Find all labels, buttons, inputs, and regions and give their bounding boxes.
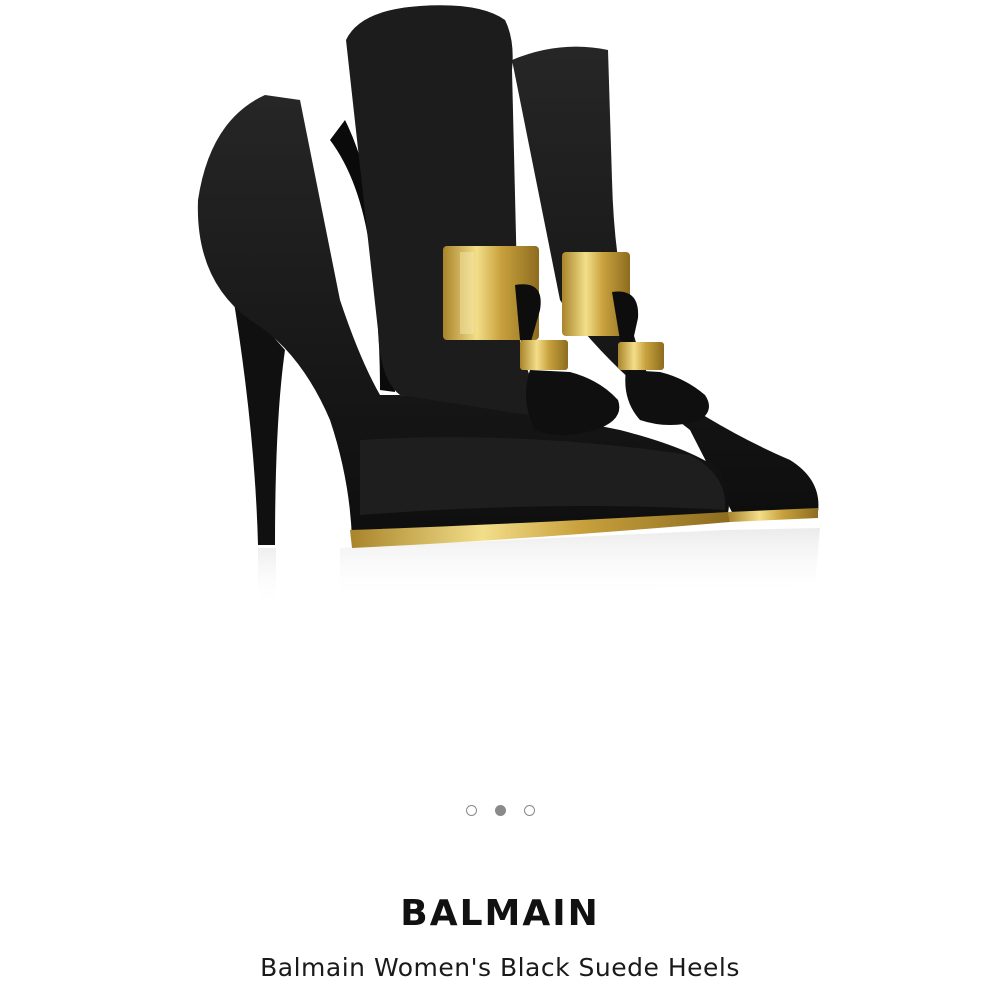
- shoe-reflection: [258, 528, 820, 608]
- product-image[interactable]: [0, 0, 1000, 780]
- carousel-dot-1[interactable]: [465, 805, 477, 816]
- back-tassel: [612, 291, 709, 425]
- product-title: Balmain Women's Black Suede Heels: [260, 953, 740, 982]
- shoe-pair-illustration: [197, 5, 820, 608]
- carousel-dot-2[interactable]: [494, 805, 506, 816]
- brand-name[interactable]: BALMAIN: [0, 893, 1000, 934]
- carousel-dot-3[interactable]: [523, 805, 535, 816]
- carousel-dots: [0, 805, 1000, 816]
